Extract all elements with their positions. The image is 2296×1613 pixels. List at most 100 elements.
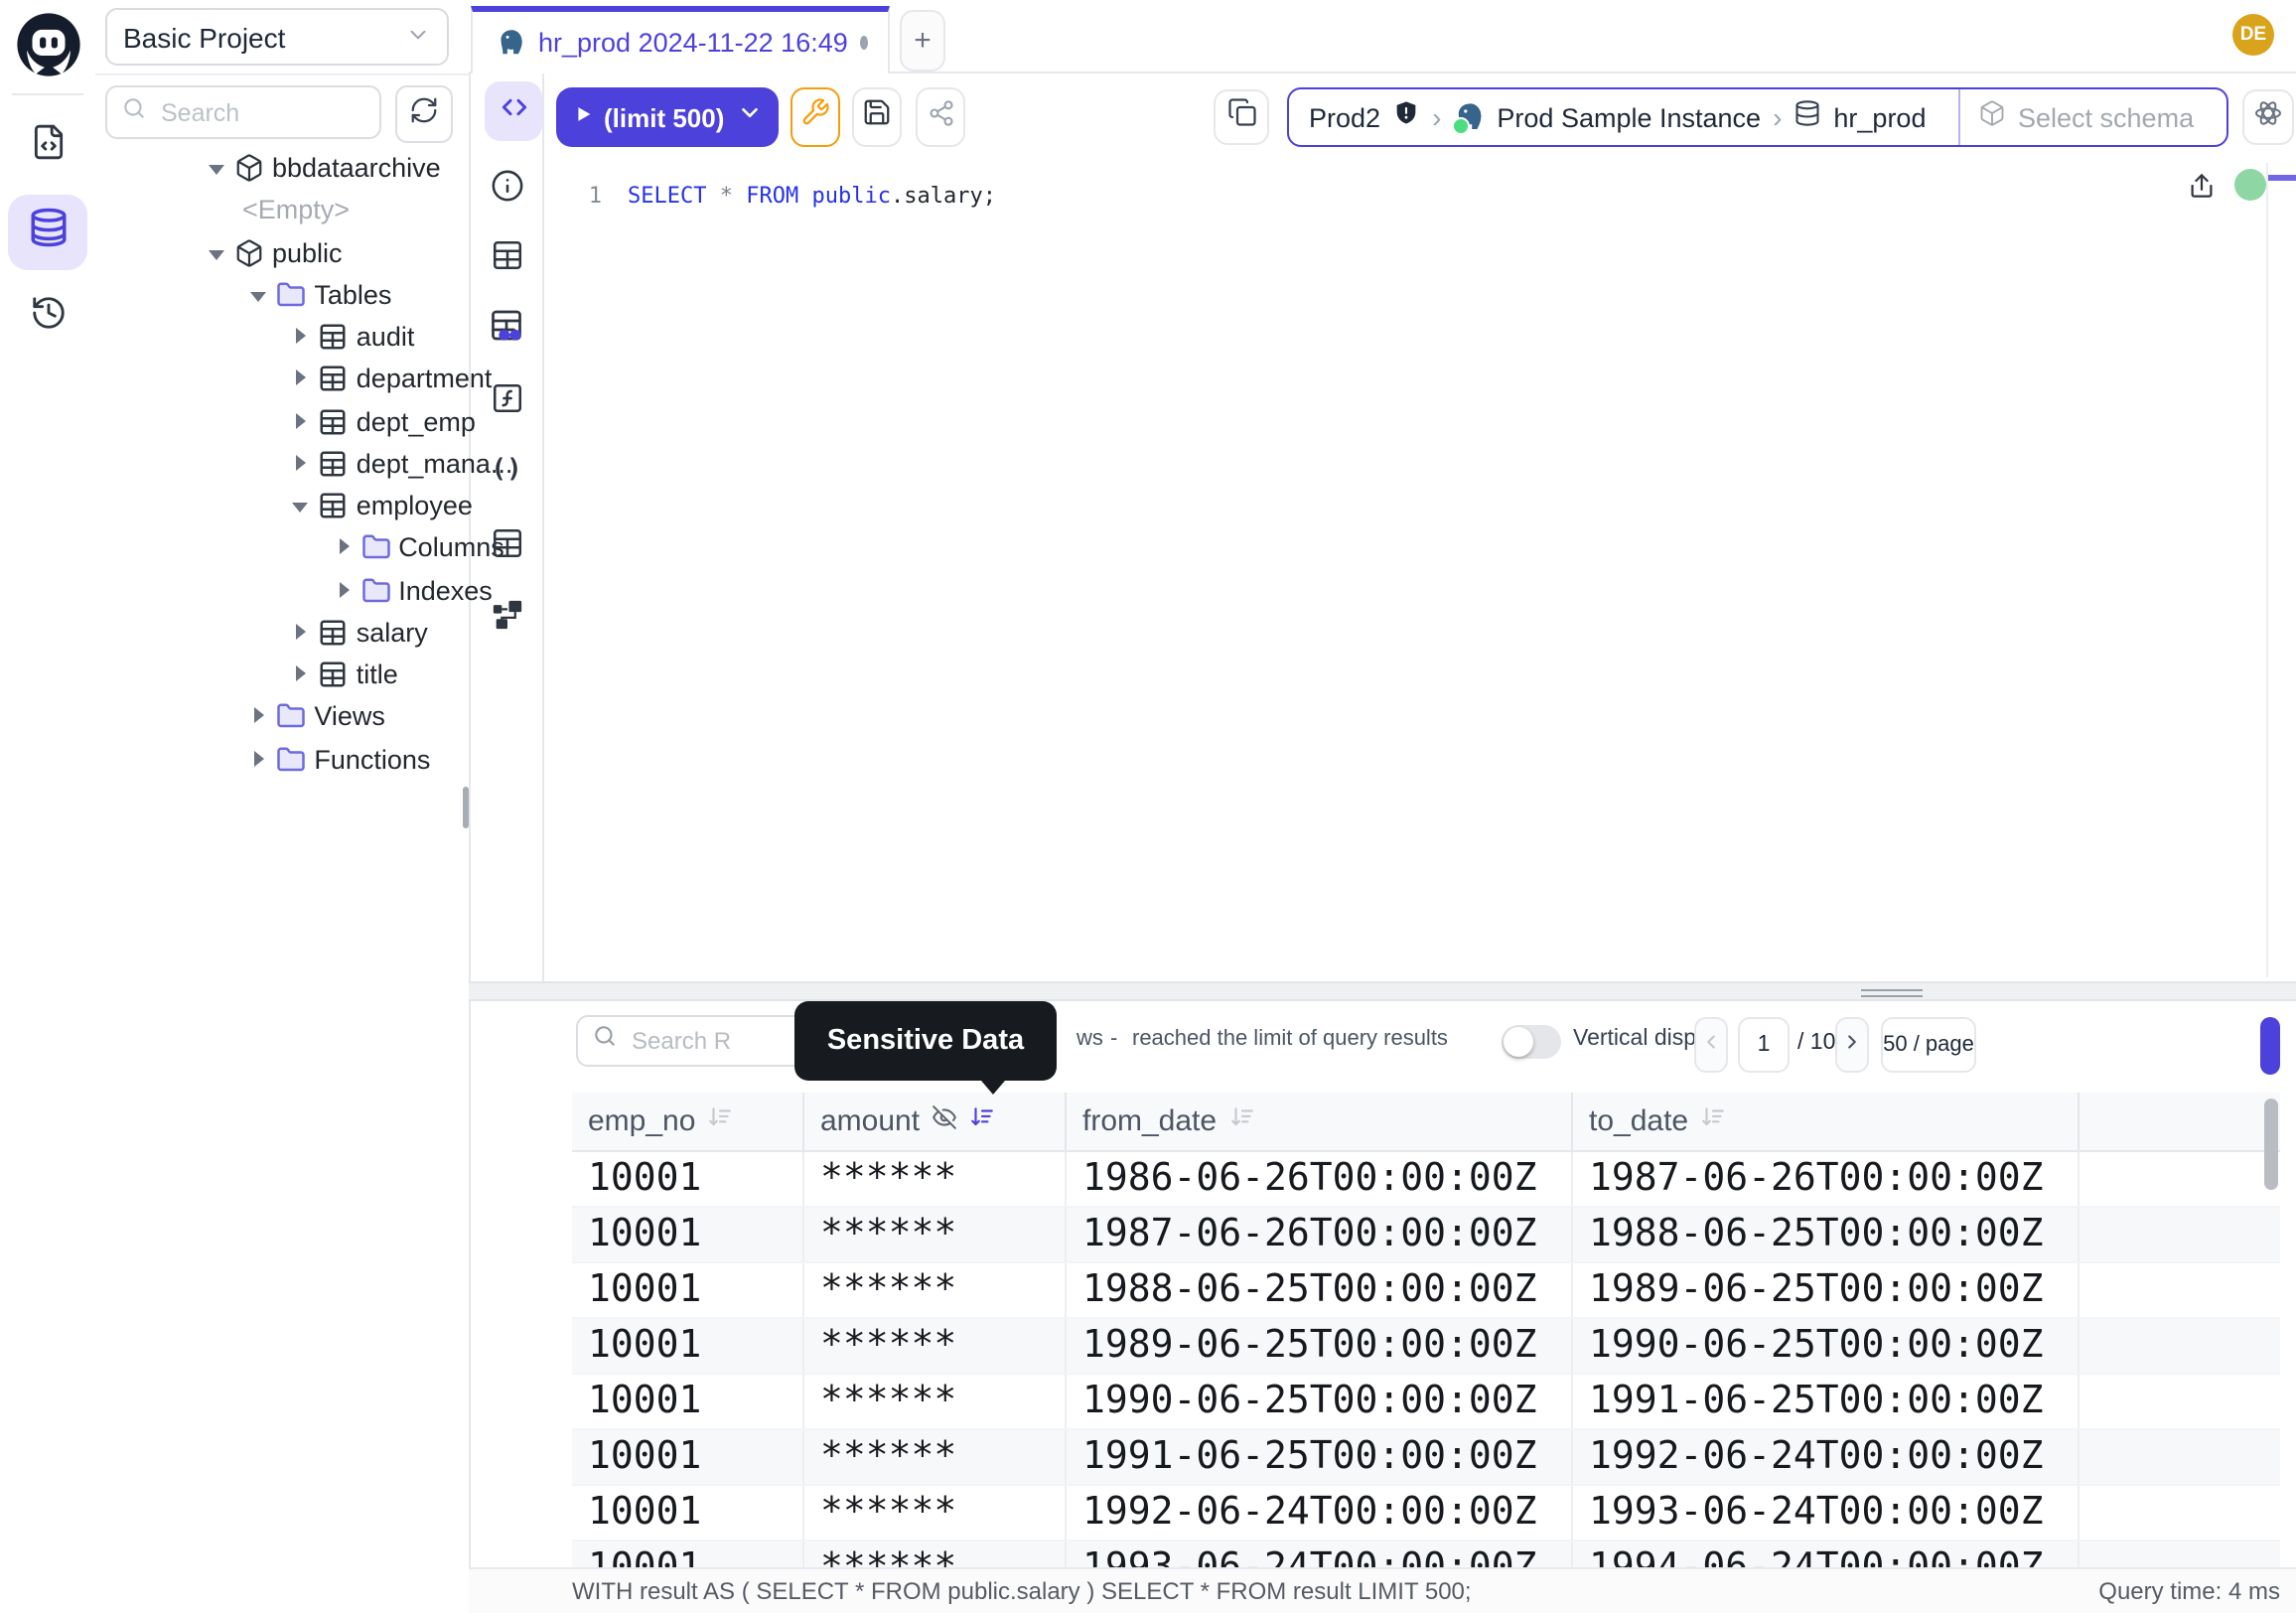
sort-icon[interactable] [1228, 1104, 1254, 1138]
tree-item-label: public [272, 237, 343, 267]
tree-item-public[interactable]: public [95, 231, 469, 274]
caret-expanded-icon[interactable] [250, 286, 268, 304]
save-button[interactable] [852, 87, 902, 147]
code-chevrons-icon [498, 90, 529, 132]
bytebase-logo[interactable] [16, 12, 81, 77]
next-page-button[interactable] [1835, 1017, 1869, 1073]
tree-item-label: Indexes [398, 575, 493, 605]
admin-wrench-button[interactable] [790, 87, 840, 147]
rail-item-worksheets[interactable] [8, 109, 87, 185]
column-header-amount[interactable]: amount [802, 1093, 1065, 1150]
select-schema-button[interactable]: Select schema [1958, 89, 2212, 145]
caret-collapsed-icon[interactable] [335, 539, 353, 557]
share-button[interactable] [916, 87, 965, 147]
database-icon [27, 207, 69, 258]
table-row[interactable]: 10001******1989-06-25T00:00:00Z1990-06-2… [572, 1319, 2280, 1375]
vertical-display-toggle[interactable] [1502, 1025, 1561, 1059]
caret-collapsed-icon[interactable] [293, 328, 311, 346]
schema-diagram-icon[interactable] [489, 596, 524, 632]
caret-collapsed-icon[interactable] [293, 665, 311, 683]
connection-breadcrumb[interactable]: Prod2 › Prod Sample Instance › hr_prod S… [1287, 87, 2228, 147]
tree-item-bbdataarchive[interactable]: bbdataarchive [95, 147, 469, 190]
tab-hr-prod[interactable]: hr_prod 2024-11-22 16:49 [471, 6, 890, 73]
run-options-chevron-icon[interactable] [737, 99, 763, 135]
table-cell: 10001 [572, 1152, 802, 1206]
sidebar-resize-handle[interactable] [463, 787, 469, 828]
connection-context[interactable]: Prod2 › Prod Sample Instance › hr_prod [1289, 89, 1958, 145]
caret-expanded-icon[interactable] [293, 497, 311, 514]
tree-item-label: employee [357, 491, 473, 520]
table-row[interactable]: 10001******1993-06-24T00:00:00Z1994-06-2… [572, 1541, 2280, 1567]
rail-item-history[interactable] [8, 280, 87, 356]
cube-icon [234, 153, 264, 183]
tree-item-columns[interactable]: Columns [95, 527, 469, 570]
new-tab-button[interactable]: + [900, 10, 945, 72]
sidebar-search[interactable] [105, 85, 381, 139]
column-header-from_date[interactable]: from_date [1065, 1093, 1571, 1150]
tree-item-department[interactable]: department [95, 359, 469, 401]
tree-item-employee[interactable]: employee [95, 485, 469, 527]
project-selector[interactable]: Basic Project [105, 8, 449, 66]
tree-item-audit[interactable]: audit [95, 316, 469, 359]
tree-item--empty-[interactable]: <Empty> [95, 190, 469, 232]
caret-collapsed-icon[interactable] [293, 370, 311, 388]
tree-item-salary[interactable]: salary [95, 612, 469, 655]
table-row[interactable]: 10001******1991-06-25T00:00:00Z1992-06-2… [572, 1430, 2280, 1486]
caret-collapsed-icon[interactable] [293, 412, 311, 430]
tree-item-dept-mana-[interactable]: dept_mana... [95, 443, 469, 486]
table-row[interactable]: 10001******1992-06-24T00:00:00Z1993-06-2… [572, 1486, 2280, 1541]
table-cell: 10001 [572, 1319, 802, 1373]
tables-icon[interactable] [489, 236, 524, 272]
sidebar-search-input[interactable] [157, 96, 365, 128]
info-icon[interactable] [489, 167, 524, 203]
ai-assistant-button[interactable] [2242, 89, 2294, 145]
sort-icon[interactable] [1700, 1104, 1726, 1138]
column-label: to_date [1589, 1104, 1688, 1138]
sql-editor-mode-button[interactable] [485, 81, 542, 141]
sensitive-table-icon[interactable] [489, 308, 524, 344]
rail-item-databases[interactable] [8, 195, 87, 270]
tree-item-indexes[interactable]: Indexes [95, 569, 469, 612]
tree-item-tables[interactable]: Tables [95, 274, 469, 317]
table-cell-empty [2078, 1263, 2280, 1317]
page-number-input[interactable]: 1 [1738, 1017, 1790, 1073]
upload-icon[interactable] [2187, 171, 2217, 201]
batch-query-button[interactable] [1214, 89, 1269, 145]
table-row[interactable]: 10001******1987-06-26T00:00:00Z1988-06-2… [572, 1208, 2280, 1263]
caret-collapsed-icon[interactable] [293, 624, 311, 642]
sort-icon[interactable] [707, 1104, 733, 1138]
select-schema-label: Select schema [2018, 102, 2194, 132]
panel-splitter[interactable] [469, 981, 2296, 1001]
avatar[interactable]: DE [2232, 14, 2274, 56]
caret-collapsed-icon[interactable] [250, 708, 268, 726]
caret-expanded-icon[interactable] [209, 159, 226, 177]
editor-line-1[interactable]: 1 SELECT * FROM public.salary; [544, 175, 996, 217]
column-header-to_date[interactable]: to_date [1571, 1093, 2078, 1150]
table-cell: 1989-06-25T00:00:00Z [1571, 1263, 2078, 1317]
export-button[interactable] [2260, 1017, 2280, 1075]
results-scrollbar[interactable] [2264, 1099, 2278, 1190]
table-row[interactable]: 10001******1990-06-25T00:00:00Z1991-06-2… [572, 1375, 2280, 1430]
table-row[interactable]: 10001******1988-06-25T00:00:00Z1989-06-2… [572, 1263, 2280, 1319]
run-query-button[interactable]: (limit 500) [556, 87, 779, 147]
parentheses-icon[interactable]: () [489, 451, 524, 487]
tree-item-functions[interactable]: Functions [95, 738, 469, 781]
external-tables-icon[interactable] [489, 524, 524, 560]
table-row[interactable]: 10001******1986-06-26T00:00:00Z1987-06-2… [572, 1152, 2280, 1208]
tree-item-dept-emp[interactable]: dept_emp [95, 400, 469, 443]
refresh-button[interactable] [395, 85, 453, 143]
caret-expanded-icon[interactable] [209, 243, 226, 261]
table-icon [319, 449, 349, 479]
tree-item-views[interactable]: Views [95, 696, 469, 739]
caret-collapsed-icon[interactable] [293, 455, 311, 473]
function-icon[interactable] [489, 379, 524, 415]
tree-item-title[interactable]: title [95, 654, 469, 696]
caret-spacer [209, 202, 226, 220]
column-header-emp_no[interactable]: emp_no [572, 1093, 802, 1150]
sql-editor[interactable] [544, 159, 2296, 981]
caret-collapsed-icon[interactable] [250, 750, 268, 768]
caret-collapsed-icon[interactable] [335, 581, 353, 599]
prev-page-button[interactable] [1694, 1017, 1728, 1073]
page-size-select[interactable]: 50 / page [1881, 1017, 1976, 1073]
sort-icon-active[interactable] [969, 1104, 995, 1138]
